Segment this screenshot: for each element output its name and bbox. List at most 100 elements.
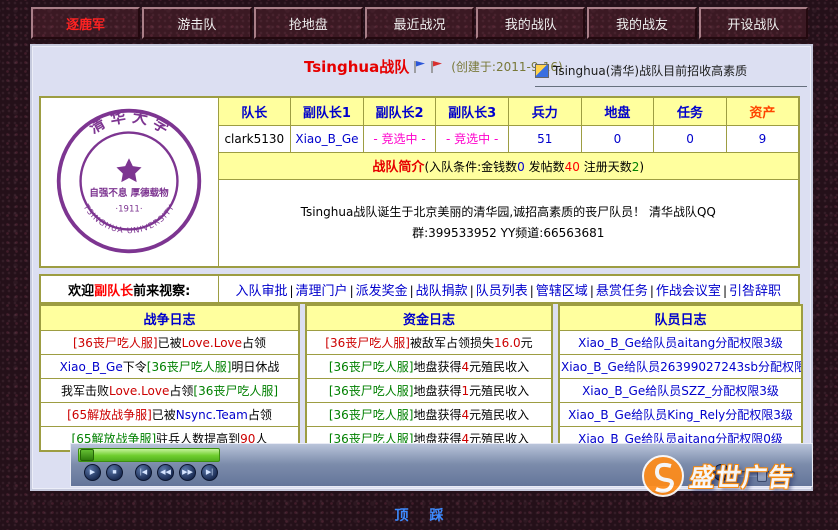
vice1-name[interactable]: Xiao_B_Ge <box>291 125 364 152</box>
media-player: ▶ ■ |◀ ◀◀ ▶▶ ▶| <box>70 443 813 487</box>
link-separator: | <box>290 284 294 298</box>
fund-log-table: 资金日志 [36丧尸吃人服]被敌军占领损失16.0元 [36丧尸吃人服]地盘获得… <box>305 304 553 452</box>
text-segment: Love.Love <box>182 336 242 350</box>
nav-tab-label: 游击队 <box>177 14 216 33</box>
text-segment: ) <box>639 160 644 174</box>
rewind-button[interactable]: ◀◀ <box>157 464 174 481</box>
blue-flag-icon <box>413 60 426 74</box>
link-separator: | <box>350 284 354 298</box>
nav-tab-create-team[interactable]: 开设战队 <box>699 7 808 39</box>
manage-link-1[interactable]: 清理门户 <box>296 284 348 299</box>
team-logo-cell: 清 华 大 学 TSINGHUA UNIVERSITY 自强不息 厚德载物 ·1… <box>40 97 218 267</box>
next-track-button[interactable]: ▶| <box>201 464 218 481</box>
fund-log-row: [36丧尸吃人服]地盘获得4元殖民收入 <box>306 355 552 379</box>
text-segment: [36丧尸吃人服] <box>329 408 414 422</box>
link-separator: | <box>470 284 474 298</box>
nav-tab-youjidui[interactable]: 游击队 <box>142 7 251 39</box>
text-segment: Nsync.Team <box>176 408 248 422</box>
team-panel: Tsinghua战队 (创建于:2011-9-16) Tsinghua(清华)战… <box>30 44 813 491</box>
leader-name[interactable]: clark5130 <box>218 125 291 152</box>
nav-tab-qiangdipan[interactable]: 抢地盘 <box>254 7 363 39</box>
vice2-election-status[interactable]: - 竞选中 - <box>363 125 436 152</box>
recruit-notice: Tsinghua(清华)战队目前招收高素质 <box>535 62 807 87</box>
link-separator: | <box>723 284 727 298</box>
text-segment: 地盘获得 <box>413 408 461 422</box>
recruit-notice-text: Tsinghua(清华)战队目前招收高素质 <box>553 62 747 79</box>
nav-tab-my-comrades[interactable]: 我的战友 <box>587 7 696 39</box>
nav-tab-my-team[interactable]: 我的战队 <box>476 7 585 39</box>
play-button[interactable]: ▶ <box>84 464 101 481</box>
svg-text:·1911·: ·1911· <box>116 204 143 214</box>
manage-link-6[interactable]: 悬赏任务 <box>596 284 648 299</box>
col-header-territory: 地盘 <box>581 97 654 125</box>
text-segment: [65解放战争服] <box>67 408 152 422</box>
red-flag-icon <box>430 60 443 74</box>
manage-row: 欢迎副队长前来视察: 入队审批|清理门户|派发奖金|战队捐款|队员列表|管辖区域… <box>39 274 800 304</box>
text-segment: 元殖民收入 <box>469 384 529 398</box>
member-log-row: Xiao_B_Ge给队员aitang分配权限3级 <box>559 331 802 355</box>
manage-link-7[interactable]: 作战会议室 <box>656 284 721 299</box>
nav-tab-label: 最近战况 <box>393 14 445 33</box>
text-segment: Xiao_B_Ge <box>60 360 123 374</box>
vote-down-link[interactable]: 踩 <box>430 508 444 524</box>
mission-value: 0 <box>654 125 727 152</box>
manage-link-2[interactable]: 派发奖金 <box>356 284 408 299</box>
vice3-election-status[interactable]: - 竞选中 - <box>436 125 509 152</box>
text-segment: 占领 <box>169 384 193 398</box>
team-intro-row: 战队简介(入队条件:金钱数0 发帖数40 注册天数2) <box>218 152 799 179</box>
log-section: 战争日志 [36丧尸吃人服]已被Love.Love占领 Xiao_B_Ge下令[… <box>39 304 800 452</box>
player-slider-handle[interactable] <box>80 449 94 461</box>
text-segment: 已被 <box>152 408 176 422</box>
volume-slider[interactable] <box>737 471 795 477</box>
mute-button[interactable] <box>713 464 730 481</box>
stop-button[interactable]: ■ <box>106 464 123 481</box>
manage-link-0[interactable]: 入队审批 <box>235 284 287 299</box>
member-log-table: 队员日志 Xiao_B_Ge给队员aitang分配权限3级 Xiao_B_Ge给… <box>558 304 803 452</box>
welcome-vice-label: 欢迎副队长前来视察: <box>40 275 218 303</box>
col-header-troops: 兵力 <box>509 97 582 125</box>
nav-tab-label: 我的战友 <box>616 14 668 33</box>
war-log-row: Xiao_B_Ge下令[36丧尸吃人服]明日休战 <box>40 355 299 379</box>
col-header-vice3: 副队长3 <box>436 97 509 125</box>
text-segment: 已被 <box>158 336 182 350</box>
member-log-row: Xiao_B_Ge给队员SZZ_分配权限3级 <box>559 379 802 403</box>
manage-link-5[interactable]: 管辖区域 <box>536 284 588 299</box>
top-nav: 逐鹿军 游击队 抢地盘 最近战况 我的战队 我的战友 开设战队 <box>30 7 809 39</box>
manage-link-3[interactable]: 战队捐款 <box>416 284 468 299</box>
text-segment: [36丧尸吃人服] <box>193 384 278 398</box>
territory-value: 0 <box>581 125 654 152</box>
fast-forward-button[interactable]: ▶▶ <box>179 464 196 481</box>
member-log-title: 队员日志 <box>559 305 802 331</box>
manage-link-4[interactable]: 队员列表 <box>476 284 528 299</box>
text-segment: [36丧尸吃人服] <box>329 384 414 398</box>
tsinghua-seal: 清 华 大 学 TSINGHUA UNIVERSITY 自强不息 厚德载物 ·1… <box>50 105 208 257</box>
col-header-mission: 任务 <box>654 97 727 125</box>
text-segment: 元 <box>521 336 533 350</box>
text-segment: 占领 <box>242 336 266 350</box>
asset-value: 9 <box>726 125 799 152</box>
nav-tab-recent-battles[interactable]: 最近战况 <box>365 7 474 39</box>
text-segment: 40 <box>565 160 580 174</box>
text-segment: 明日休战 <box>231 360 279 374</box>
text-segment: 4 <box>462 408 470 422</box>
fund-log-row: [36丧尸吃人服]被敌军占领损失16.0元 <box>306 331 552 355</box>
manage-link-8[interactable]: 引咎辞职 <box>729 284 781 299</box>
svg-text:自强不息 厚德载物: 自强不息 厚德载物 <box>90 187 170 199</box>
intro-conditions: (入队条件:金钱数0 发帖数40 注册天数2) <box>424 160 644 174</box>
player-progress-slider[interactable] <box>78 448 220 462</box>
member-log-row: Xiao_B_Ge给队员26399027243sb分配权限3级 <box>559 355 802 379</box>
volume-slider-handle[interactable] <box>757 468 767 482</box>
text-segment: 副队长 <box>94 284 133 299</box>
war-log-title: 战争日志 <box>40 305 299 331</box>
previous-track-button[interactable]: |◀ <box>135 464 152 481</box>
manage-links: 入队审批|清理门户|派发奖金|战队捐款|队员列表|管辖区域|悬赏任务|作战会议室… <box>218 275 799 303</box>
fund-log-row: [36丧尸吃人服]地盘获得1元殖民收入 <box>306 379 552 403</box>
text-segment: Xiao_B_Ge给队员aitang分配权限3级 <box>578 336 783 350</box>
text-segment: [36丧尸吃人服] <box>73 336 158 350</box>
page: 逐鹿军 游击队 抢地盘 最近战况 我的战队 我的战友 开设战队 Tsinghua… <box>0 0 838 530</box>
text-segment: 前来视察: <box>133 284 190 299</box>
vote-up-link[interactable]: 顶 <box>394 508 408 524</box>
link-separator: | <box>530 284 534 298</box>
text-segment: 0 <box>517 160 525 174</box>
nav-tab-zhulujun[interactable]: 逐鹿军 <box>31 7 140 39</box>
